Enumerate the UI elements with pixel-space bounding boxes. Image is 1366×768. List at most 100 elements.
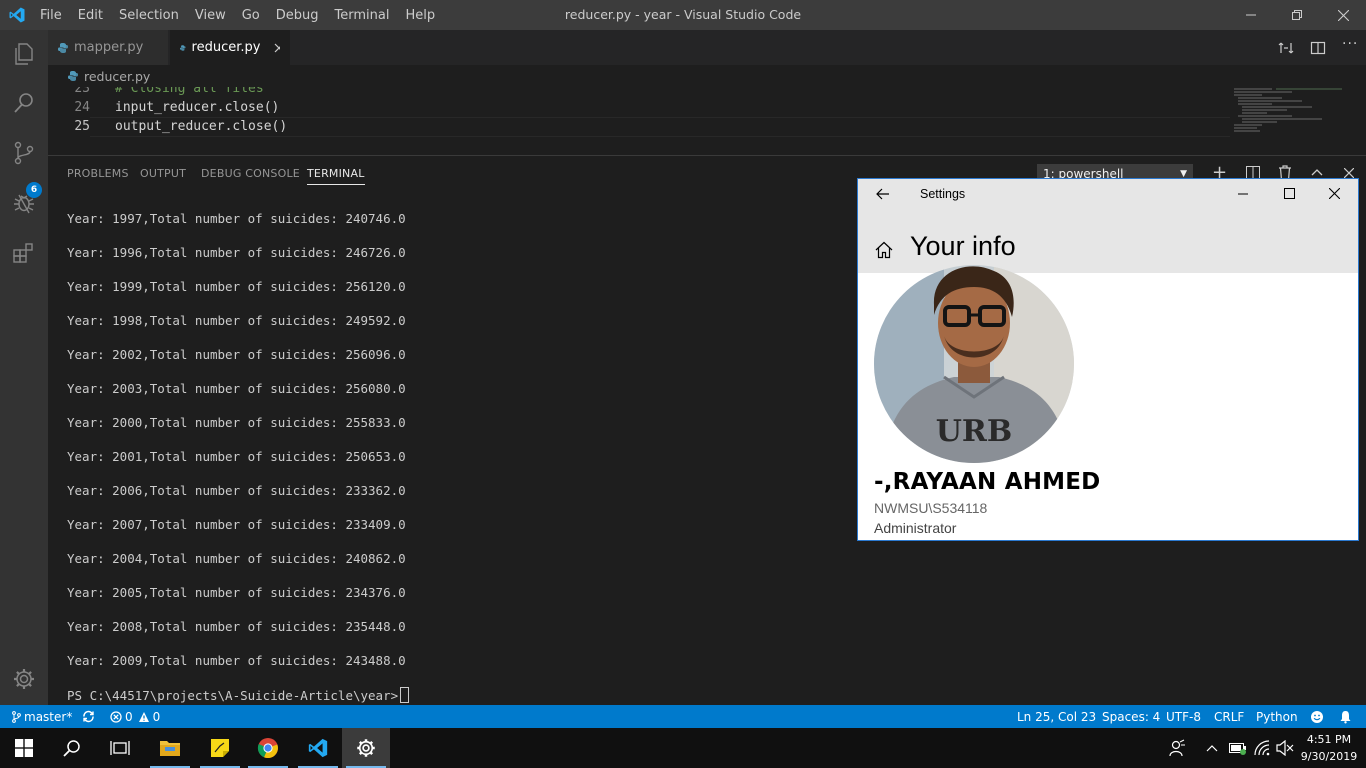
branch-indicator[interactable]: master* bbox=[12, 705, 72, 728]
volume-muted-icon[interactable] bbox=[1276, 740, 1294, 756]
taskbar-search-button[interactable] bbox=[48, 728, 96, 768]
error-icon bbox=[110, 710, 122, 723]
feedback-button[interactable] bbox=[1310, 705, 1324, 728]
breadcrumb-file[interactable]: reducer.py bbox=[84, 69, 150, 84]
start-button[interactable] bbox=[0, 728, 48, 768]
tab-terminal[interactable]: TERMINAL bbox=[307, 156, 365, 191]
git-branch-icon bbox=[12, 710, 21, 723]
notifications-button[interactable] bbox=[1339, 705, 1352, 728]
battery-icon[interactable] bbox=[1229, 741, 1247, 755]
settings-app[interactable] bbox=[342, 728, 390, 768]
tab-output[interactable]: OUTPUT bbox=[140, 156, 186, 191]
tab-mapper[interactable]: mapper.py bbox=[48, 30, 168, 65]
split-editor-icon[interactable] bbox=[1310, 40, 1326, 56]
line-number: 24 bbox=[74, 100, 90, 115]
indentation[interactable]: Spaces: 4 bbox=[1102, 705, 1160, 728]
terminal-line: Year: 2001,Total number of suicides: 250… bbox=[67, 449, 406, 464]
debug-button[interactable] bbox=[0, 179, 48, 227]
system-clock[interactable]: 4:51 PM 9/30/2019 bbox=[1296, 731, 1362, 765]
menu-view[interactable]: View bbox=[187, 8, 234, 23]
code-editor[interactable]: 23 # Closing all files 24 input_reducer.… bbox=[48, 87, 1366, 155]
current-line-highlight bbox=[90, 117, 1230, 137]
problems-indicator[interactable]: 0 0 bbox=[110, 705, 160, 728]
sync-button[interactable] bbox=[82, 705, 95, 728]
chrome-icon bbox=[257, 738, 278, 759]
breadcrumb: reducer.py bbox=[48, 65, 1366, 87]
menu-selection[interactable]: Selection bbox=[111, 8, 187, 23]
close-window-button[interactable] bbox=[1320, 0, 1366, 30]
terminal-line: Year: 2004,Total number of suicides: 240… bbox=[67, 551, 406, 566]
home-icon[interactable] bbox=[875, 241, 893, 259]
tab-problems[interactable]: PROBLEMS bbox=[67, 156, 129, 191]
file-explorer-app[interactable] bbox=[146, 728, 194, 768]
more-actions-icon[interactable]: ··· bbox=[1342, 36, 1358, 52]
vscode-app[interactable] bbox=[294, 728, 342, 768]
sticky-notes-app[interactable] bbox=[196, 728, 244, 768]
people-icon[interactable] bbox=[1168, 739, 1186, 757]
profile-photo: URB bbox=[874, 265, 1074, 463]
tab-reducer[interactable]: reducer.py bbox=[170, 30, 290, 65]
chrome-app[interactable] bbox=[244, 728, 292, 768]
tab-label: reducer.py bbox=[191, 40, 261, 55]
explorer-button[interactable] bbox=[0, 30, 48, 78]
minimap[interactable] bbox=[1232, 87, 1352, 137]
menu-go[interactable]: Go bbox=[234, 8, 268, 23]
extensions-button[interactable] bbox=[0, 229, 48, 277]
menu-edit[interactable]: Edit bbox=[70, 8, 111, 23]
menu-terminal[interactable]: Terminal bbox=[327, 8, 398, 23]
back-arrow-icon[interactable] bbox=[876, 188, 890, 200]
line-ending[interactable]: CRLF bbox=[1214, 705, 1244, 728]
chevron-up-icon[interactable] bbox=[1206, 744, 1218, 752]
settings-window: Settings Your info URB -,RAYAAN AHMED NW… bbox=[857, 178, 1359, 541]
terminal-line: Year: 2009,Total number of suicides: 243… bbox=[67, 653, 406, 668]
manage-button[interactable] bbox=[0, 655, 48, 703]
explorer-icon bbox=[15, 43, 33, 65]
language-mode[interactable]: Python bbox=[1256, 705, 1298, 728]
terminal-cursor bbox=[400, 687, 410, 703]
terminal-line: Year: 1997,Total number of suicides: 240… bbox=[67, 211, 406, 226]
code-line: # Closing all files bbox=[115, 87, 264, 96]
wifi-icon[interactable] bbox=[1254, 740, 1270, 756]
minimize-button[interactable] bbox=[1228, 0, 1274, 30]
editor-tabs: mapper.py reducer.py ··· bbox=[48, 30, 1366, 65]
search-icon bbox=[63, 740, 80, 757]
smiley-icon bbox=[1311, 710, 1323, 723]
menu-help[interactable]: Help bbox=[397, 8, 443, 23]
close-icon bbox=[1337, 9, 1349, 21]
vscode-logo-icon bbox=[9, 7, 25, 23]
maximize-panel-icon[interactable] bbox=[1311, 168, 1323, 176]
task-view-button[interactable] bbox=[96, 728, 144, 768]
debug-icon bbox=[14, 194, 34, 214]
bell-icon bbox=[1340, 710, 1351, 723]
close-icon[interactable] bbox=[1329, 188, 1340, 199]
minimize-icon bbox=[1246, 14, 1256, 16]
terminal-prompt-line: PS C:\44517\projects\A-Suicide-Article\y… bbox=[67, 687, 410, 703]
minimize-icon[interactable] bbox=[1238, 193, 1248, 195]
restore-button[interactable] bbox=[1274, 0, 1320, 30]
page-title: Your info bbox=[910, 231, 1016, 261]
search-button[interactable] bbox=[0, 79, 48, 127]
source-control-button[interactable] bbox=[0, 129, 48, 177]
close-panel-icon[interactable] bbox=[1344, 168, 1354, 178]
terminal-line: Year: 2000,Total number of suicides: 255… bbox=[67, 415, 406, 430]
folder-icon bbox=[160, 741, 180, 756]
code-line: input_reducer.close() bbox=[115, 100, 280, 115]
cursor-position[interactable]: Ln 25, Col 23 bbox=[1017, 705, 1096, 728]
encoding[interactable]: UTF-8 bbox=[1166, 705, 1201, 728]
menu-debug[interactable]: Debug bbox=[268, 8, 327, 23]
settings-gear-icon bbox=[14, 669, 34, 689]
restore-icon bbox=[1292, 10, 1302, 20]
activity-bar: 6 bbox=[0, 30, 48, 705]
search-icon bbox=[14, 93, 33, 113]
terminal-line: Year: 2003,Total number of suicides: 256… bbox=[67, 381, 406, 396]
menu-file[interactable]: File bbox=[32, 8, 70, 23]
terminal-line: Year: 2005,Total number of suicides: 234… bbox=[67, 585, 406, 600]
tab-debug-console[interactable]: DEBUG CONSOLE bbox=[201, 156, 300, 191]
error-count: 0 bbox=[125, 709, 133, 724]
terminal-line: Year: 1996,Total number of suicides: 246… bbox=[67, 245, 406, 260]
open-changes-icon[interactable] bbox=[1278, 40, 1294, 56]
task-view-icon bbox=[110, 741, 130, 755]
close-tab-icon[interactable] bbox=[274, 43, 280, 53]
windows-taskbar: 4:51 PM 9/30/2019 bbox=[0, 728, 1366, 768]
maximize-icon[interactable] bbox=[1284, 188, 1295, 199]
